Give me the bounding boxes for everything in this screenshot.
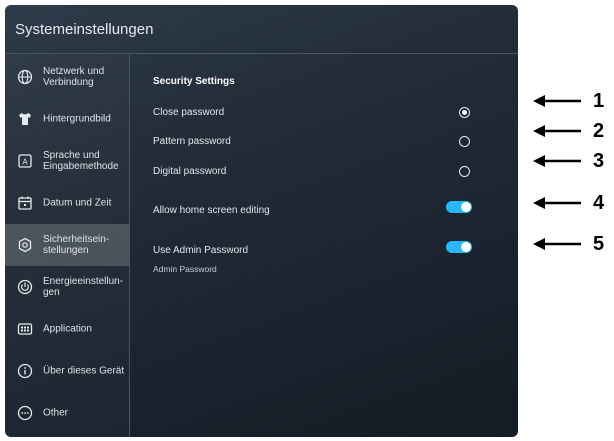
sidebar-item-label: Über dieses Gerät bbox=[43, 365, 125, 377]
section-title: Security Settings bbox=[153, 76, 235, 87]
callout-number: 4 bbox=[593, 192, 605, 214]
arrow-left-icon bbox=[533, 95, 581, 107]
use-admin-password-toggle[interactable] bbox=[446, 241, 472, 253]
svg-text:A: A bbox=[22, 158, 28, 167]
calendar-icon bbox=[18, 196, 32, 210]
digital-password-label: Digital password bbox=[153, 166, 227, 177]
sidebar-item-about[interactable]: Über dieses Gerät bbox=[5, 350, 129, 392]
admin-password-label[interactable]: Admin Password bbox=[153, 264, 217, 274]
settings-window: Systemeinstellungen Netzwerk und Verbind… bbox=[5, 5, 518, 437]
pattern-password-radio[interactable] bbox=[459, 136, 470, 147]
shirt-icon bbox=[19, 113, 31, 125]
power-icon bbox=[17, 279, 33, 295]
callout-3: 3 bbox=[531, 150, 607, 172]
window-title: Systemeinstellungen bbox=[15, 21, 154, 38]
sidebar-item-label: Sprache und Eingabemethode bbox=[43, 150, 119, 172]
allow-home-editing-toggle[interactable] bbox=[446, 201, 472, 213]
arrow-left-icon bbox=[533, 197, 581, 209]
callout-number: 1 bbox=[593, 90, 605, 112]
sidebar-item-label: Netzwerk und Verbindung bbox=[43, 66, 105, 88]
pattern-password-label: Pattern password bbox=[153, 136, 231, 147]
arrow-left-icon bbox=[533, 238, 581, 250]
sidebar-item-other[interactable]: Other bbox=[5, 392, 129, 434]
arrow-left-icon bbox=[533, 155, 581, 167]
callout-1: 1 bbox=[531, 90, 607, 112]
callout-number: 2 bbox=[593, 120, 605, 142]
title-bar: Systemeinstellungen bbox=[5, 5, 518, 54]
security-settings-panel: Security Settings Close password Pattern… bbox=[130, 54, 518, 437]
sidebar-item-application[interactable]: Application bbox=[5, 308, 129, 350]
sidebar-item-label: Energieeinstellun-gen bbox=[43, 276, 124, 298]
sidebar-item-label: Hintergrundbild bbox=[43, 113, 111, 125]
shield-icon bbox=[18, 237, 32, 253]
more-icon bbox=[17, 405, 33, 421]
sidebar-item-label: Datum und Zeit bbox=[43, 197, 112, 209]
sidebar-item-wallpaper[interactable]: Hintergrundbild bbox=[5, 98, 129, 140]
sidebar-item-security[interactable]: Sicherheitsein-stellungen bbox=[5, 224, 129, 266]
callout-number: 5 bbox=[593, 233, 605, 255]
close-password-radio[interactable] bbox=[459, 107, 470, 118]
app-grid-icon bbox=[17, 323, 33, 335]
use-admin-password-label: Use Admin Password bbox=[153, 245, 249, 256]
allow-home-editing-label: Allow home screen editing bbox=[153, 205, 270, 216]
sidebar: Netzwerk und Verbindung Hintergrundbild … bbox=[5, 54, 130, 437]
sidebar-item-language[interactable]: A Sprache und Eingabemethode bbox=[5, 140, 129, 182]
keyboard-letter-icon: A bbox=[18, 154, 32, 168]
sidebar-item-label: Sicherheitsein-stellungen bbox=[43, 234, 110, 256]
sidebar-item-label: Other bbox=[43, 407, 69, 419]
sidebar-item-date-time[interactable]: Datum und Zeit bbox=[5, 182, 129, 224]
callout-2: 2 bbox=[531, 120, 607, 142]
arrow-left-icon bbox=[533, 125, 581, 137]
callout-5: 5 bbox=[531, 233, 607, 255]
callout-number: 3 bbox=[593, 150, 605, 172]
sidebar-item-label: Application bbox=[43, 323, 92, 335]
callout-4: 4 bbox=[531, 192, 607, 214]
sidebar-item-network[interactable]: Netzwerk und Verbindung bbox=[5, 56, 129, 98]
sidebar-item-power[interactable]: Energieeinstellun-gen bbox=[5, 266, 129, 308]
close-password-label: Close password bbox=[153, 107, 225, 118]
digital-password-radio[interactable] bbox=[459, 166, 470, 177]
globe-icon bbox=[17, 69, 33, 85]
info-icon bbox=[17, 363, 33, 379]
